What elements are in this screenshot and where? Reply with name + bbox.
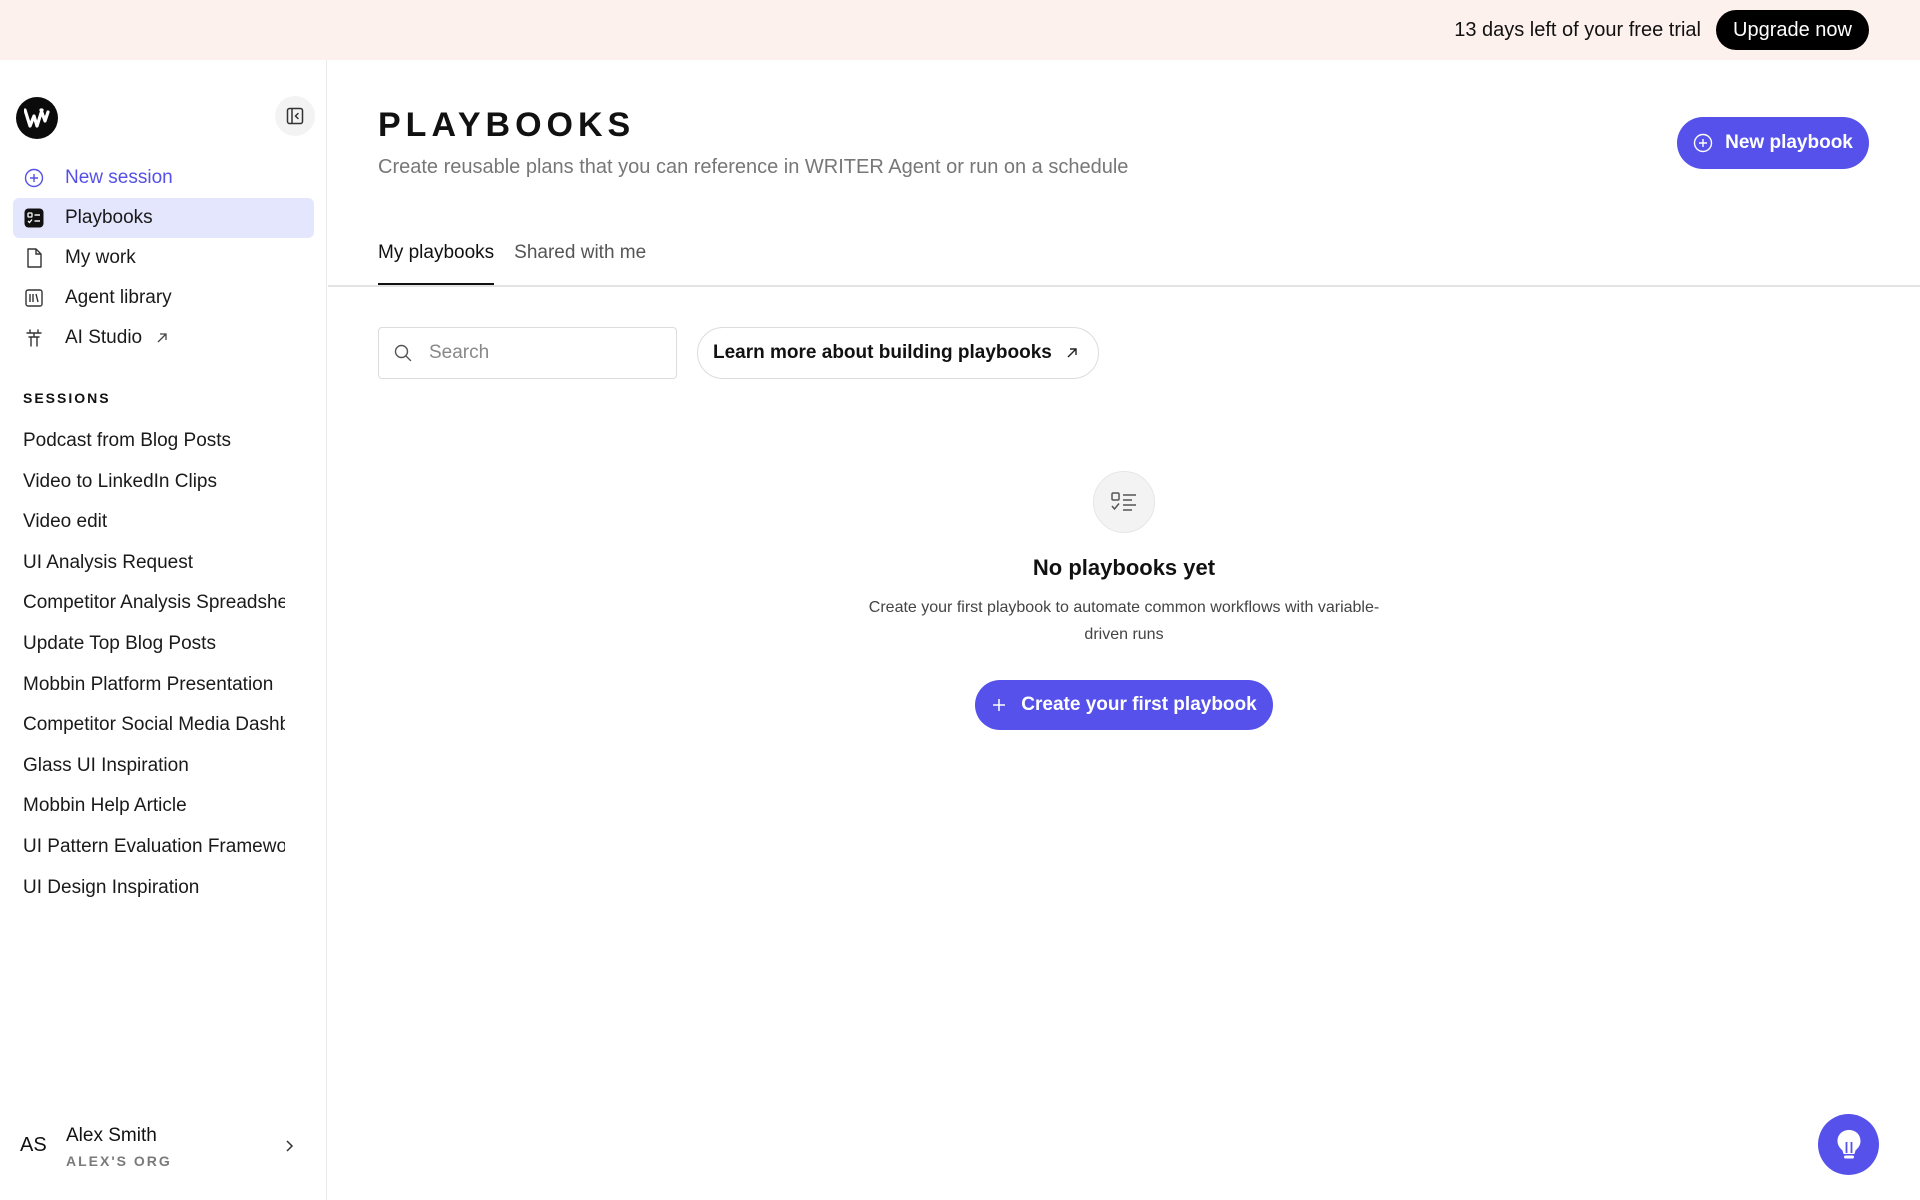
collapse-sidebar-button[interactable] bbox=[275, 96, 315, 136]
empty-state-description: Create your first playbook to automate c… bbox=[868, 599, 1380, 643]
nav-new-session[interactable]: New session bbox=[13, 158, 314, 198]
session-item[interactable]: Competitor Social Media Dashboard bbox=[23, 705, 285, 746]
session-item[interactable]: Glass UI Inspiration bbox=[23, 746, 285, 787]
nav-label: Playbooks bbox=[65, 207, 153, 228]
nav-label: New session bbox=[65, 167, 173, 188]
help-lightbulb-button[interactable] bbox=[1818, 1114, 1879, 1175]
session-item[interactable]: Competitor Analysis Spreadsheet bbox=[23, 583, 285, 624]
session-item[interactable]: Podcast from Blog Posts bbox=[23, 421, 285, 462]
user-name: Alex Smith bbox=[66, 1125, 157, 1146]
session-item[interactable]: UI Analysis Request bbox=[23, 543, 285, 584]
avatar: AS bbox=[20, 1134, 47, 1156]
session-list: Podcast from Blog Posts Video to LinkedIn… bbox=[23, 421, 285, 908]
chevron-right-icon bbox=[284, 1139, 294, 1158]
session-item[interactable]: Mobbin Help Article bbox=[23, 786, 285, 827]
studio-icon bbox=[23, 327, 45, 349]
session-item[interactable]: Update Top Blog Posts bbox=[23, 624, 285, 665]
create-first-playbook-button[interactable]: Create your first playbook bbox=[975, 680, 1273, 730]
nav-label: My work bbox=[65, 247, 136, 268]
library-icon bbox=[23, 287, 45, 309]
nav-agent-library[interactable]: Agent library bbox=[13, 278, 314, 318]
sidebar-collapse-icon bbox=[286, 107, 304, 125]
create-first-playbook-label: Create your first playbook bbox=[1021, 694, 1257, 715]
user-profile[interactable]: AS Alex Smith ALEX'S ORG bbox=[0, 1111, 327, 1181]
session-item[interactable]: Video edit bbox=[23, 502, 285, 543]
lightbulb-icon bbox=[1837, 1129, 1860, 1158]
sessions-heading: SESSIONS bbox=[23, 390, 111, 406]
nav-playbooks[interactable]: Playbooks bbox=[13, 198, 314, 238]
nav-label: AI Studio bbox=[65, 327, 143, 348]
plus-circle-icon bbox=[23, 167, 45, 189]
session-item[interactable]: Video to LinkedIn Clips bbox=[23, 462, 285, 503]
external-link-icon bbox=[156, 332, 168, 344]
session-item[interactable]: Mobbin Platform Presentation bbox=[23, 665, 285, 706]
empty-state-title: No playbooks yet bbox=[1032, 555, 1216, 580]
nav-label: Agent library bbox=[65, 287, 172, 308]
nav-ai-studio[interactable]: AI Studio bbox=[13, 318, 314, 358]
session-item[interactable]: UI Design Inspiration bbox=[23, 868, 285, 909]
playbook-icon bbox=[23, 207, 45, 229]
writer-logo-icon[interactable] bbox=[16, 97, 58, 139]
nav-my-work[interactable]: My work bbox=[13, 238, 314, 278]
user-org: ALEX'S ORG bbox=[66, 1153, 172, 1169]
plus-icon bbox=[991, 697, 1007, 713]
session-item[interactable]: UI Pattern Evaluation Framework bbox=[23, 827, 285, 868]
document-icon bbox=[23, 247, 45, 269]
sidebar: New session Playbooks My work Agent libr… bbox=[0, 60, 327, 1200]
